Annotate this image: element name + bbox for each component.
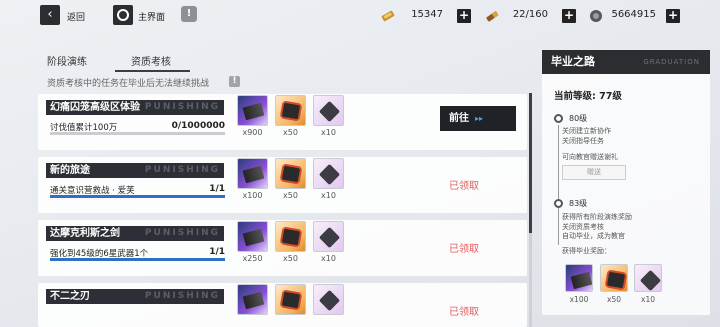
reward-count: x10 <box>321 191 336 200</box>
task-title: 新的旅途 PUNISHING <box>46 163 224 178</box>
progress-bar <box>50 195 225 198</box>
gift-button[interactable]: 赠送 <box>562 165 626 180</box>
tab-stage-drill[interactable]: 阶段演练 <box>47 53 87 68</box>
tab-qualification[interactable]: 资质考核 <box>131 53 171 68</box>
cube-icon[interactable] <box>313 158 344 189</box>
chip-icon[interactable] <box>600 264 628 292</box>
reward-count: x900 <box>242 128 263 137</box>
task-card: 达摩克利斯之剑 PUNISHING 强化到45级的6星武器1个 1/1 x250 … <box>38 220 527 276</box>
milestone-level: 80级 <box>569 114 588 123</box>
chip-icon[interactable] <box>275 158 306 189</box>
milestone-dot-icon <box>554 199 563 208</box>
task-title: 不二之刃 PUNISHING <box>46 289 224 304</box>
chip-icon[interactable] <box>275 284 306 315</box>
task-progress: 1/1 <box>209 184 225 194</box>
claimed-status: 已领取 <box>449 307 479 318</box>
milestone-text: 关闭指导任务 <box>562 136 604 145</box>
chip-icon[interactable] <box>275 95 306 126</box>
weapon-card-icon[interactable] <box>237 158 268 189</box>
reward-count: x100 <box>569 295 589 304</box>
add-coin-button[interactable]: + <box>666 9 680 23</box>
back-arrow-icon[interactable]: ‹ <box>40 5 60 25</box>
task-title: 幻痛囚笼高级区体验 PUNISHING <box>46 100 224 115</box>
scrollbar[interactable] <box>529 93 532 233</box>
current-level: 当前等级: 77级 <box>554 91 622 102</box>
milestone-text: 可向教官赠送谢礼 <box>562 153 618 161</box>
cube-icon[interactable] <box>634 264 662 292</box>
task-title: 达摩克利斯之剑 PUNISHING <box>46 226 224 241</box>
task-card: 新的旅途 PUNISHING 通关意识营救战 · 爱芙 1/1 x100 x50 … <box>38 157 527 213</box>
timeline-line <box>558 125 559 245</box>
milestone-text: 关闭资质考核 <box>562 222 604 231</box>
reward-count: x250 <box>242 254 263 263</box>
double-arrow-icon: ▸▸ <box>475 114 484 123</box>
gold-value: 15347 <box>411 9 443 20</box>
task-card: 不二之刃 PUNISHING 已领取 <box>38 283 527 327</box>
cube-icon[interactable] <box>313 95 344 126</box>
panel-title: 毕业之路 GRADUATION <box>542 50 710 74</box>
back-label[interactable]: 返回 <box>67 10 85 23</box>
milestone-text: 获得毕业奖励： <box>562 247 611 255</box>
active-tab-indicator <box>115 70 190 72</box>
reward-count: x50 <box>283 254 298 263</box>
top-bar: ‹ 返回 主界面 ! 15347 + 22/160 + 5664915 + <box>0 0 720 32</box>
milestone-dot-icon <box>554 114 563 123</box>
claimed-status: 已领取 <box>449 181 479 192</box>
progress-fill <box>50 258 225 261</box>
progress-bar <box>50 258 225 261</box>
add-gold-button[interactable]: + <box>457 9 471 23</box>
coin-value: 5664915 <box>611 9 656 20</box>
gold-bar-icon <box>381 10 395 22</box>
coin-icon <box>590 10 602 22</box>
weapon-card-icon[interactable] <box>237 95 268 126</box>
milestone-level: 83级 <box>569 199 588 208</box>
task-progress: 0/1000000 <box>171 121 225 131</box>
progress-bar <box>50 132 225 135</box>
go-button[interactable]: 前往 ▸▸ <box>440 106 516 131</box>
add-stamina-button[interactable]: + <box>562 9 576 23</box>
weapon-card-icon[interactable] <box>565 264 593 292</box>
chip-icon[interactable] <box>275 221 306 252</box>
reward-count: x50 <box>283 191 298 200</box>
milestone-text: 关闭建立新协作 <box>562 127 611 135</box>
reward-count: x50 <box>283 128 298 137</box>
reward-count: x10 <box>321 128 336 137</box>
stamina-value: 22/160 <box>512 9 548 20</box>
warning-icon: ! <box>229 76 240 87</box>
reward-count: x50 <box>607 295 621 304</box>
graduation-panel: 毕业之路 GRADUATION 当前等级: 77级 80级 关闭建立新协作 关闭指… <box>542 50 710 315</box>
task-progress: 1/1 <box>209 247 225 257</box>
info-icon[interactable]: ! <box>181 6 197 22</box>
weapon-card-icon[interactable] <box>237 221 268 252</box>
home-icon[interactable] <box>113 5 133 25</box>
weapon-card-icon[interactable] <box>237 284 268 315</box>
milestone-text: 自动毕业，成为教官 <box>562 232 625 240</box>
progress-fill <box>50 195 225 198</box>
main-menu-label[interactable]: 主界面 <box>138 10 165 23</box>
notice-text: 资质考核中的任务在毕业后无法继续挑战 <box>47 79 210 89</box>
milestone-text: 获得所有阶段演练奖励 <box>562 213 632 221</box>
cube-icon[interactable] <box>313 284 344 315</box>
reward-count: x100 <box>242 191 263 200</box>
reward-count: x10 <box>641 295 655 304</box>
stamina-icon <box>486 10 499 22</box>
cube-icon[interactable] <box>313 221 344 252</box>
reward-count: x10 <box>321 254 336 263</box>
claimed-status: 已领取 <box>449 244 479 255</box>
task-card: 幻痛囚笼高级区体验 PUNISHING 讨伐值累计100万 0/1000000 x… <box>38 94 527 150</box>
